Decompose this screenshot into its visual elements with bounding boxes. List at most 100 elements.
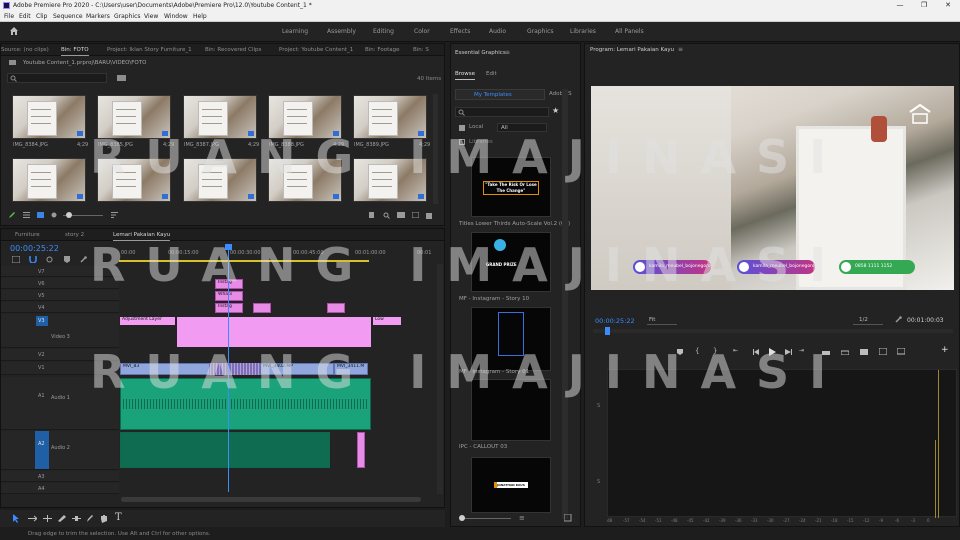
find-icon[interactable]	[383, 212, 390, 219]
menu-help[interactable]: Help	[193, 13, 207, 20]
sort-icon[interactable]	[111, 212, 120, 218]
selection-tool-icon[interactable]	[12, 514, 20, 523]
clear-icon[interactable]	[426, 212, 432, 219]
clip-graphic-v5[interactable]	[253, 303, 271, 313]
track-select-tool-icon[interactable]	[28, 515, 37, 522]
thumb-name: IMG_8384.JPG	[13, 142, 48, 148]
tab-bin-s[interactable]: Bin: S	[413, 47, 429, 53]
comparison-view-icon[interactable]	[879, 348, 887, 355]
tab-browse[interactable]: Browse	[455, 71, 475, 77]
sort-icon[interactable]: ≡	[519, 514, 525, 522]
tab-source[interactable]: Source: (no clips)	[1, 47, 49, 53]
menu-graphics[interactable]: Graphics	[114, 13, 141, 20]
menu-window[interactable]: Window	[164, 13, 188, 20]
thumbnail-size-handle[interactable]	[459, 515, 465, 521]
timeline-horizontal-scrollbar[interactable]	[121, 497, 421, 502]
add-marker-icon[interactable]	[64, 256, 70, 263]
workspace-all-panels[interactable]: All Panels	[615, 28, 644, 35]
tab-bin-footage[interactable]: Bin: Footage	[365, 47, 400, 53]
razor-tool-icon[interactable]	[58, 515, 66, 522]
menu-view[interactable]: View	[144, 13, 158, 20]
tab-project-iklan[interactable]: Project: Iklan Story Furniture_1	[107, 47, 192, 53]
pen-tool-icon[interactable]	[86, 514, 94, 523]
program-timecode[interactable]: 00:00:25:22	[595, 317, 635, 325]
watermark-text: RUANG IMAJINASI	[90, 238, 847, 292]
workspace-color[interactable]: Color	[414, 28, 430, 35]
slip-tool-icon[interactable]	[72, 515, 81, 522]
meter-tick: -39	[719, 518, 726, 523]
clip-instagram-v5[interactable]: Instag	[215, 303, 243, 313]
clip-graphic-v5[interactable]	[327, 303, 345, 313]
clip-lower-third[interactable]: Low	[373, 317, 401, 325]
template-search-input[interactable]	[455, 107, 549, 117]
clip-adjustment-layer[interactable]: Adjustment Layer	[120, 317, 175, 325]
linked-selection-icon[interactable]	[46, 256, 53, 263]
template-thumbnail[interactable]: JONATHAN KAUS	[471, 457, 551, 513]
program-playhead[interactable]	[605, 327, 610, 335]
maximize-button[interactable]: ❐	[912, 0, 936, 11]
pencil-icon[interactable]	[8, 211, 16, 219]
workspace-assembly[interactable]: Assembly	[327, 28, 356, 35]
project-search-input[interactable]	[7, 73, 107, 83]
resolution-select[interactable]: 1/2	[853, 316, 883, 325]
tab-sequence-story2[interactable]: story 2	[65, 232, 84, 238]
new-bin-icon[interactable]	[117, 74, 126, 82]
menu-file[interactable]: File	[4, 13, 14, 20]
wrench-icon[interactable]	[895, 316, 902, 323]
settings-icon[interactable]	[897, 348, 905, 355]
panel-menu-icon[interactable]: ≡	[505, 49, 510, 56]
workspace-audio[interactable]: Audio	[489, 28, 506, 35]
clip-adjustment-layer-main[interactable]	[177, 317, 371, 347]
menu-clip[interactable]: Clip	[36, 13, 47, 20]
clip-whatsapp-v6[interactable]: Whats	[215, 291, 243, 301]
tab-sequence-furniture[interactable]: Furniture	[15, 232, 40, 238]
zoom-slider-handle[interactable]	[66, 212, 72, 218]
track-name: Audio 1	[51, 395, 70, 401]
thumbnail-size-slider[interactable]	[461, 518, 511, 519]
watermark-text: RUANG IMAJINASI	[90, 345, 847, 399]
workspace-graphics[interactable]: Graphics	[527, 28, 554, 35]
tab-bin-foto[interactable]: Bin: FOTO	[61, 47, 89, 56]
new-layer-icon[interactable]	[564, 514, 572, 522]
new-bin-icon[interactable]	[397, 212, 405, 218]
minimize-button[interactable]: —	[888, 0, 912, 11]
star-favorite-icon[interactable]: ★	[552, 106, 559, 115]
add-button-icon[interactable]: +	[941, 345, 949, 355]
zoom-select[interactable]: Fit	[647, 316, 677, 325]
my-templates-tab[interactable]: My Templates	[455, 89, 545, 100]
wrench-icon[interactable]	[80, 256, 87, 263]
freeform-view-icon[interactable]	[51, 212, 57, 218]
tab-edit[interactable]: Edit	[486, 71, 497, 77]
track-target-a2[interactable]	[35, 431, 49, 469]
panel-menu-icon[interactable]: ≡	[678, 46, 683, 53]
menu-markers[interactable]: Markers	[86, 13, 110, 20]
clip-audio-a2-end[interactable]	[357, 432, 365, 468]
icon-view-icon[interactable]	[37, 212, 44, 218]
hand-tool-icon[interactable]	[100, 514, 108, 523]
home-icon[interactable]	[9, 26, 19, 36]
workspace-learning[interactable]: Learning	[282, 28, 308, 35]
workspace-effects[interactable]: Effects	[450, 28, 470, 35]
meter-scale: dB -57 -54 -51 -48 -45 -42 -39 -36 -33 -…	[607, 518, 957, 526]
thumbnail-image[interactable]	[12, 158, 86, 202]
program-scrubber[interactable]	[593, 329, 953, 333]
menu-sequence[interactable]: Sequence	[53, 13, 83, 20]
audio-level-line	[938, 370, 939, 518]
new-item-icon[interactable]	[412, 212, 419, 218]
thumbnail-img-8384[interactable]	[12, 95, 86, 139]
nest-icon[interactable]	[12, 256, 20, 263]
menu-edit[interactable]: Edit	[19, 13, 31, 20]
clip-audio-a2[interactable]	[120, 432, 330, 468]
export-frame-icon[interactable]	[860, 348, 868, 355]
snap-magnet-icon[interactable]	[29, 256, 37, 263]
close-button[interactable]: ✕	[936, 0, 960, 11]
workspace-editing[interactable]: Editing	[373, 28, 394, 35]
type-tool-icon[interactable]: T	[115, 512, 122, 523]
list-view-icon[interactable]	[23, 212, 30, 218]
tab-project-youtube[interactable]: Project: Youtube Content_1	[279, 47, 353, 53]
automate-icon[interactable]	[369, 212, 376, 218]
tab-bin-recovered[interactable]: Bin: Recovered Clips	[205, 47, 261, 53]
workspace-libraries[interactable]: Libraries	[570, 28, 596, 35]
ripple-edit-tool-icon[interactable]	[43, 515, 52, 522]
timeline-timecode[interactable]: 00:00:25:22	[10, 244, 59, 253]
